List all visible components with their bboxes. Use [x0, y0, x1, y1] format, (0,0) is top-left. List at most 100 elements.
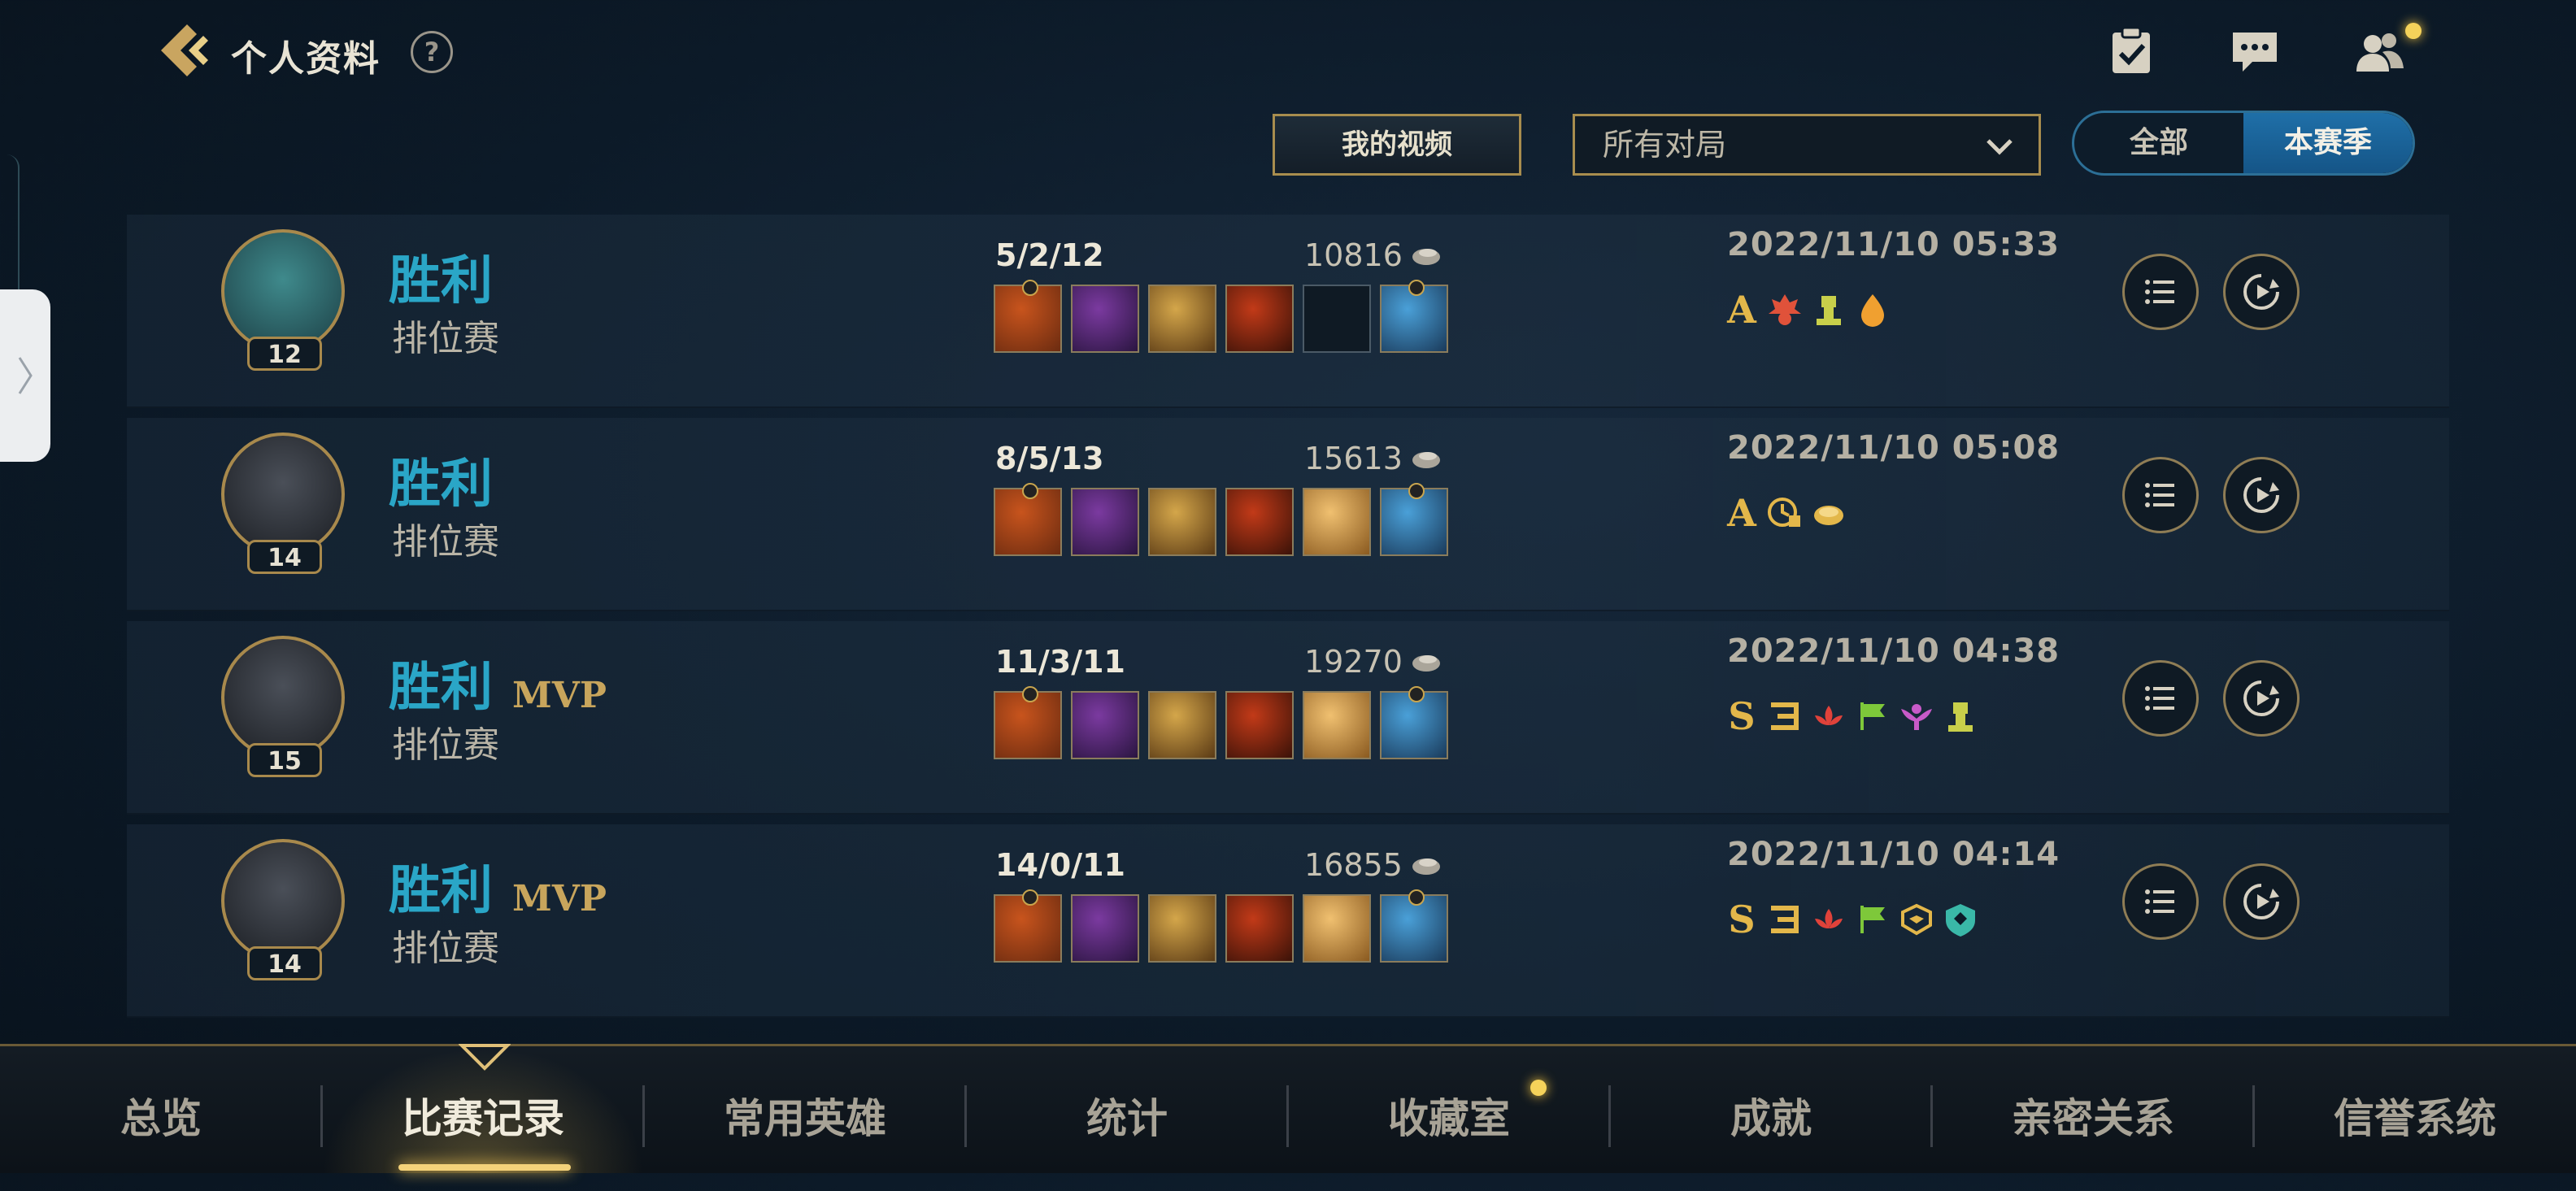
gold-amount: 19270	[1304, 644, 1403, 680]
champion-avatar[interactable]	[221, 432, 345, 556]
match-row[interactable]: 14 胜利 MVP 排位赛 14/0/11 16855 2022/11/10 0…	[127, 824, 2449, 1018]
match-type-dropdown[interactable]: 所有对局	[1573, 114, 2041, 176]
toggle-this-season[interactable]: 本赛季	[2243, 113, 2413, 173]
nav-tab-6[interactable]: 亲密关系	[1932, 1046, 2254, 1173]
item-icon[interactable]	[1148, 285, 1216, 353]
list-icon	[2145, 280, 2174, 304]
match-detail-button[interactable]	[2122, 254, 2199, 330]
item-icon[interactable]	[1225, 894, 1294, 963]
item-icon[interactable]	[1380, 483, 1448, 556]
item-icon[interactable]	[1303, 691, 1371, 759]
nav-separator	[320, 1085, 323, 1147]
item-icon[interactable]	[1303, 894, 1371, 963]
match-datetime: 2022/11/10 05:33	[1727, 226, 2060, 263]
match-row[interactable]: 12 胜利 排位赛 5/2/12 10816 2022/11/10 05:33 …	[127, 215, 2449, 408]
shield-badge-icon	[1946, 904, 1975, 937]
flag-badge-icon	[1860, 702, 1885, 730]
grade-badge: A	[1727, 288, 1756, 332]
replay-icon	[2243, 477, 2279, 513]
nav-tab-0[interactable]: 总览	[0, 1046, 322, 1173]
replay-icon	[2243, 680, 2279, 716]
item-icon[interactable]	[994, 280, 1062, 353]
item-icon[interactable]	[1148, 488, 1216, 556]
season-toggle[interactable]: 全部 本赛季	[2072, 111, 2415, 176]
nav-tab-7[interactable]: 信誉系统	[2254, 1046, 2576, 1173]
help-icon[interactable]: ?	[411, 31, 453, 73]
item-icon[interactable]	[994, 889, 1062, 963]
nav-tab-5[interactable]: 成就	[1610, 1046, 1932, 1173]
toggle-all[interactable]: 全部	[2074, 113, 2243, 173]
active-tab-marker-icon	[459, 1044, 511, 1071]
side-drawer-handle[interactable]	[0, 289, 50, 462]
item-icon[interactable]	[1225, 691, 1294, 759]
item-icon[interactable]	[994, 483, 1062, 556]
item-icon[interactable]	[1071, 285, 1139, 353]
game-mode: 排位赛	[392, 318, 499, 359]
champion-avatar[interactable]	[221, 839, 345, 963]
item-icon[interactable]	[1148, 691, 1216, 759]
grade-badge: A	[1727, 491, 1756, 535]
match-datetime: 2022/11/10 04:38	[1727, 632, 2060, 670]
nav-tab-2[interactable]: 常用英雄	[644, 1046, 966, 1173]
ward-badge-icon	[1901, 903, 1932, 936]
notification-dot	[2405, 23, 2422, 39]
replay-button[interactable]	[2223, 254, 2300, 330]
match-result: 胜利	[389, 454, 493, 515]
match-detail-button[interactable]	[2122, 863, 2199, 940]
item-icon[interactable]	[1380, 686, 1448, 759]
match-result: 胜利	[389, 251, 493, 311]
nav-tab-3[interactable]: 统计	[966, 1046, 1288, 1173]
item-icon[interactable]	[1071, 894, 1139, 963]
my-video-button[interactable]: 我的视频	[1273, 114, 1521, 176]
achievement-badges: S	[1724, 694, 1979, 738]
item-icon[interactable]	[1148, 894, 1216, 963]
match-row[interactable]: 14 胜利 排位赛 8/5/13 15613 2022/11/10 05:08 …	[127, 418, 2449, 611]
item-pin-icon	[1022, 686, 1038, 702]
item-icon[interactable]	[1071, 691, 1139, 759]
chat-icon[interactable]	[2228, 24, 2282, 78]
friends-icon[interactable]	[2353, 24, 2407, 78]
item-pin-icon	[1408, 280, 1425, 296]
champion-avatar[interactable]	[221, 636, 345, 759]
item-icon[interactable]	[994, 686, 1062, 759]
gold-coin-icon	[1412, 858, 1440, 875]
match-detail-button[interactable]	[2122, 660, 2199, 737]
match-detail-button[interactable]	[2122, 457, 2199, 533]
achievement-badges: A	[1724, 288, 1891, 332]
item-slot-empty	[1303, 285, 1371, 353]
mvp-label: MVP	[512, 878, 607, 919]
gold-coin-icon	[1412, 249, 1440, 265]
item-pin-icon	[1408, 889, 1425, 906]
item-icon[interactable]	[1380, 889, 1448, 963]
match-row[interactable]: 15 胜利 MVP 排位赛 11/3/11 19270 2022/11/10 0…	[127, 621, 2449, 815]
match-result: 胜利	[389, 861, 493, 921]
replay-icon	[2243, 884, 2279, 919]
grade-badge: S	[1728, 898, 1756, 941]
nav-separator	[642, 1085, 645, 1147]
nav-tab-4[interactable]: 收藏室	[1288, 1046, 1610, 1173]
item-build	[994, 889, 1448, 963]
item-icon[interactable]	[1225, 488, 1294, 556]
list-icon	[2145, 483, 2174, 507]
item-icon[interactable]	[1303, 488, 1371, 556]
replay-button[interactable]	[2223, 457, 2300, 533]
replay-button[interactable]	[2223, 863, 2300, 940]
achievement-badges: A	[1724, 491, 1847, 535]
task-checklist-icon[interactable]	[2104, 24, 2158, 78]
replay-button[interactable]	[2223, 660, 2300, 737]
match-datetime: 2022/11/10 05:08	[1727, 429, 2060, 467]
coin-badge-icon	[1814, 506, 1843, 525]
chevron-right-icon	[18, 357, 33, 394]
list-icon	[2145, 889, 2174, 914]
champion-avatar[interactable]	[221, 229, 345, 353]
item-icon[interactable]	[1225, 285, 1294, 353]
back-arrow-icon[interactable]	[154, 21, 211, 80]
triple-kill-badge-icon	[1771, 702, 1799, 730]
item-pin-icon	[1022, 483, 1038, 499]
triple-kill-badge-icon	[1771, 906, 1799, 933]
item-icon[interactable]	[1071, 488, 1139, 556]
winged-badge-icon	[1901, 704, 1932, 730]
collection-notification-dot	[1530, 1080, 1547, 1096]
champion-level: 12	[247, 337, 322, 371]
item-icon[interactable]	[1380, 280, 1448, 353]
